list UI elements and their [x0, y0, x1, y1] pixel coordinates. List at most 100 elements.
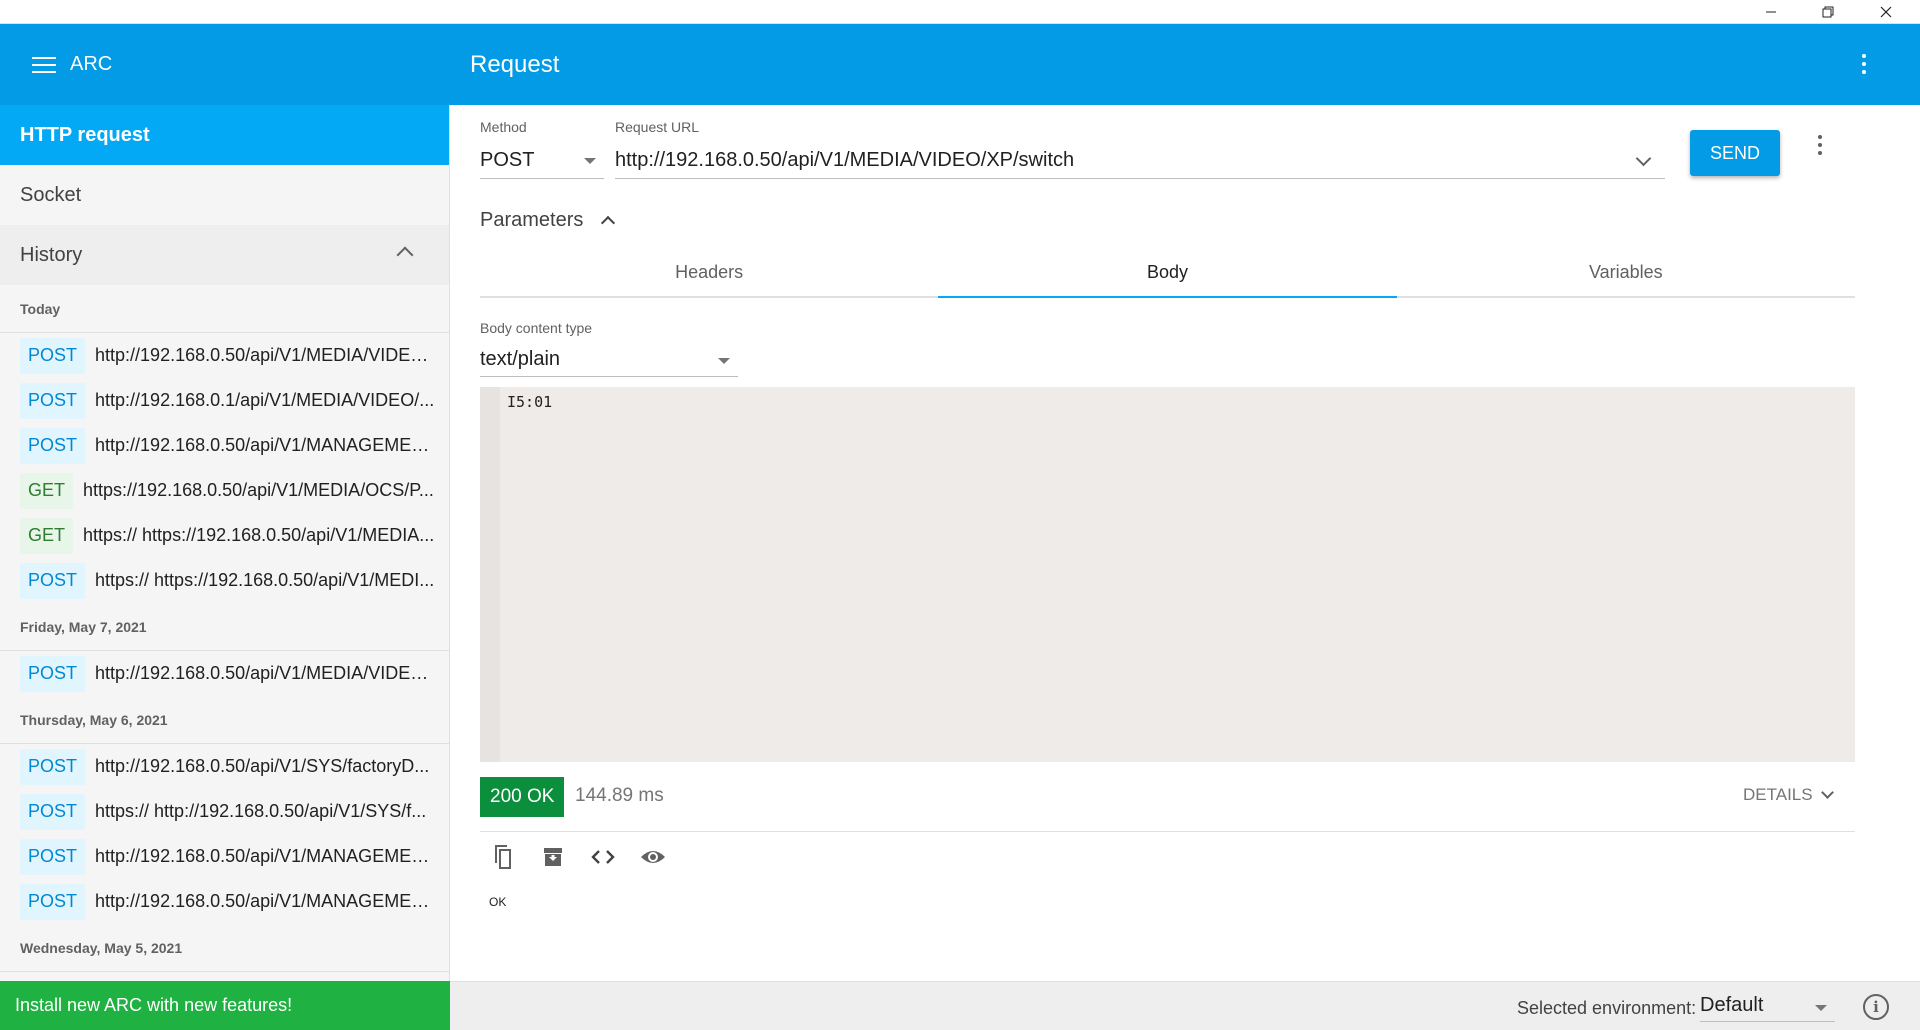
history-item[interactable]: GET https://192.168.0.50/api/V1/MEDIA/OC… [0, 468, 449, 513]
history-item[interactable]: POST http://192.168.0.50/api/V1/MEDIA/VI… [0, 651, 449, 696]
save-button[interactable] [538, 842, 568, 872]
request-panel: Method POST Request URL http://192.168.0… [450, 105, 1920, 981]
eye-icon [641, 851, 665, 863]
divider [480, 831, 1855, 832]
tab-headers[interactable]: Headers [480, 248, 938, 296]
history-url: https:// https://192.168.0.50/api/V1/MED… [95, 570, 435, 590]
minimize-icon [1766, 11, 1776, 13]
history-item[interactable]: POST http://192.168.0.1/api/V1/MEDIA/VID… [0, 378, 449, 423]
chevron-up-icon [601, 215, 616, 231]
history-item[interactable]: POST http://192.168.0.50/api/V1/MANAGEME… [0, 879, 449, 924]
page-title: Request [470, 50, 560, 78]
copy-button[interactable] [488, 842, 518, 872]
minimize-window-button[interactable] [1743, 0, 1799, 24]
hamburger-icon [32, 56, 56, 73]
nav-history[interactable]: History [0, 225, 449, 285]
details-label: DETAILS [1743, 785, 1813, 804]
request-more-button[interactable] [1808, 133, 1832, 157]
method-select[interactable]: POST [480, 143, 604, 179]
method-badge: POST [20, 883, 86, 920]
method-badge: POST [20, 838, 86, 875]
preview-button[interactable] [638, 842, 668, 872]
response-time: 144.89 ms [575, 785, 664, 806]
history-group-header: Wednesday, May 5, 2021 [0, 924, 449, 972]
history-url: http://192.168.0.50/api/V1/SYS/factoryD.… [95, 756, 430, 776]
body-text: I5:01 [507, 393, 553, 411]
method-badge: POST [20, 748, 86, 785]
history-item[interactable]: POST http://192.168.0.50/api/V1/MANAGEME… [0, 423, 449, 468]
history-item[interactable]: POST https:// https://192.168.0.50/api/V… [0, 558, 449, 603]
nav-label: Socket [20, 183, 82, 206]
menu-button[interactable] [32, 56, 56, 74]
nav-http-request[interactable]: HTTP request [0, 105, 449, 165]
send-button[interactable]: SEND [1690, 130, 1780, 176]
info-button[interactable]: i [1863, 994, 1889, 1020]
chevron-up-icon [396, 246, 414, 264]
history-url: https:// http://192.168.0.50/api/V1/SYS/… [95, 801, 427, 821]
history-item[interactable]: POST http://192.168.0.50/api/V1/MEDIA/VI… [0, 333, 449, 378]
app-menu-button[interactable] [1852, 52, 1876, 76]
close-window-button[interactable] [1858, 0, 1914, 24]
dropdown-arrow-icon [718, 358, 730, 364]
app-bar: Request [450, 24, 1920, 105]
more-vert-dot [1862, 62, 1866, 66]
history-url: http://192.168.0.50/api/V1/MANAGEMEN... [95, 435, 436, 455]
info-icon: i [1873, 998, 1879, 1016]
history-url: http://192.168.0.50/api/V1/MANAGEMEN... [95, 846, 436, 866]
history-url: http://192.168.0.1/api/V1/MEDIA/VIDEO/..… [95, 390, 435, 410]
body-type-value: text/plain [480, 348, 561, 370]
nav-socket[interactable]: Socket [0, 165, 449, 225]
response-body: OK [489, 895, 507, 909]
environment-select[interactable]: Default [1700, 990, 1835, 1022]
more-vert-dot [1818, 143, 1822, 147]
body-content-type-select[interactable]: text/plain [480, 343, 738, 377]
method-badge: GET [20, 472, 74, 509]
tab-variables[interactable]: Variables [1397, 248, 1855, 296]
method-badge: POST [20, 427, 86, 464]
code-view-button[interactable] [588, 842, 618, 872]
nav-label: History [20, 243, 83, 266]
details-button[interactable]: DETAILS [1743, 785, 1834, 805]
environment-label: Selected environment: [1517, 998, 1697, 1018]
request-tabs: Headers Body Variables [480, 248, 1855, 298]
history-group-header: Today [0, 285, 449, 333]
window-titlebar [0, 0, 1920, 24]
parameters-label: Parameters [480, 208, 584, 231]
save-icon [544, 848, 562, 866]
editor-gutter [480, 387, 500, 762]
history-item[interactable]: POST http://192.168.0.50/api/V1/MANAGEME… [0, 834, 449, 879]
close-icon [1880, 6, 1892, 18]
install-arc-banner[interactable]: Install new ARC with new features! [0, 981, 450, 1030]
body-editor[interactable]: I5:01 [480, 387, 1855, 762]
history-url: https:// https://192.168.0.50/api/V1/MED… [83, 525, 435, 545]
sidebar: HTTP request Socket History Today POST h… [0, 105, 450, 981]
history-url: https://192.168.0.50/api/V1/MEDIA/OCS/P.… [83, 480, 434, 500]
method-badge: POST [20, 337, 86, 374]
parameters-toggle[interactable]: Parameters [480, 205, 616, 235]
tab-body[interactable]: Body [938, 248, 1397, 298]
copy-icon [495, 845, 511, 869]
method-badge: POST [20, 382, 86, 419]
method-badge: GET [20, 517, 74, 554]
status-badge: 200 OK [480, 777, 565, 817]
history-item[interactable]: GET https:// https://192.168.0.50/api/V1… [0, 513, 449, 558]
more-vert-dot [1818, 151, 1822, 155]
history-url: http://192.168.0.50/api/V1/MANAGEMEN... [95, 891, 436, 911]
method-badge: POST [20, 562, 86, 599]
history-group-header: Thursday, May 6, 2021 [0, 696, 449, 744]
method-badge: POST [20, 655, 86, 692]
more-vert-icon [1818, 135, 1822, 139]
app-title: ARC [70, 53, 113, 75]
restore-window-button[interactable] [1800, 0, 1856, 24]
chevron-down-icon[interactable] [1635, 150, 1652, 167]
method-label: Method [480, 119, 527, 135]
request-url-input[interactable]: http://192.168.0.50/api/V1/MEDIA/VIDEO/X… [615, 143, 1665, 179]
response-actions [488, 842, 668, 872]
more-vert-icon [1862, 54, 1866, 58]
history-url: http://192.168.0.50/api/V1/MEDIA/VIDEO..… [95, 663, 436, 683]
more-vert-dot [1862, 70, 1866, 74]
restore-icon [1822, 6, 1834, 18]
nav-label: HTTP request [20, 123, 150, 146]
history-item[interactable]: POST http://192.168.0.50/api/V1/SYS/fact… [0, 744, 449, 789]
history-item[interactable]: POST https:// http://192.168.0.50/api/V1… [0, 789, 449, 834]
